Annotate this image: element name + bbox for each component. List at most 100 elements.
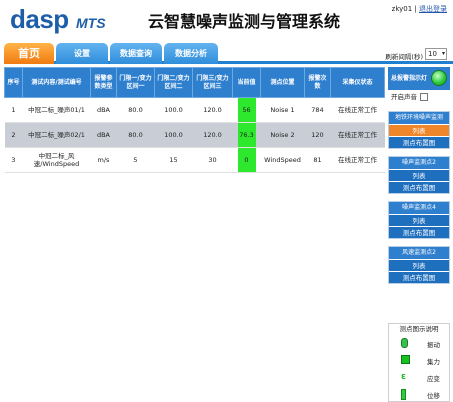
- cell-threshold-2: 15: [154, 147, 193, 173]
- group-title: 地铁环境噪声监测: [389, 112, 449, 124]
- group-list-button[interactable]: 列表: [389, 214, 449, 226]
- main-nav: 首页 设置 数据查询 数据分析 刷新间隔(秒) 10 ▾: [4, 42, 453, 64]
- monitor-group: 噪声监测点4 列表 测点布置图: [388, 201, 450, 239]
- chevron-down-icon: ▾: [441, 50, 445, 57]
- monitor-group: 噪声监测点2 列表 测点布置图: [388, 156, 450, 194]
- current-value-badge: 56: [237, 98, 256, 122]
- displacement-icon: [401, 389, 406, 400]
- logo-subtitle: MTS: [76, 15, 106, 31]
- refresh-interval-value: 10: [428, 50, 437, 58]
- header: dasp MTS 云智慧噪声监测与管理系统 zky01 | 退出登录: [0, 0, 453, 42]
- cell-alarm-count: 784: [304, 97, 331, 123]
- force-icon: [401, 355, 410, 364]
- dasp-logo: dasp: [10, 4, 69, 34]
- group-title: 噪声监测点4: [389, 202, 449, 214]
- current-value-badge: 0: [237, 148, 256, 172]
- cell-threshold-2: 100.0: [154, 97, 193, 123]
- cell-threshold-1: 5: [116, 147, 155, 173]
- group-layout-button[interactable]: 测点布置图: [389, 181, 449, 193]
- cell-location: WindSpeed: [260, 147, 305, 173]
- cell-no: 2: [4, 122, 23, 148]
- col-header: 报警次数: [304, 67, 331, 98]
- cell-test-name: 中冠二标_噪声01/1: [22, 97, 91, 123]
- group-list-button[interactable]: 列表: [389, 259, 449, 271]
- group-title: 风速监测点2: [389, 247, 449, 259]
- current-value-badge: 76.3: [237, 123, 256, 147]
- col-header: 门限三/变力区间三: [192, 67, 233, 98]
- col-header: 测点位置: [260, 67, 305, 98]
- sound-toggle-label: 开启声音: [391, 93, 417, 101]
- group-layout-button[interactable]: 测点布置图: [389, 271, 449, 283]
- monitor-group: 地铁环境噪声监测 列表 测点布置图: [388, 111, 450, 149]
- cell-test-name: 中冠二标_风速/WindSpeed: [22, 147, 91, 173]
- right-panel: 总报警指示灯 开启声音 地铁环境噪声监测 列表 测点布置图 噪声监测点2 列表 …: [388, 67, 450, 284]
- legend-label: 振动: [427, 341, 440, 349]
- user-area: zky01 | 退出登录: [392, 4, 447, 14]
- legend-label: 位移: [427, 392, 440, 400]
- tab-home[interactable]: 首页: [4, 43, 54, 64]
- table-row[interactable]: 1 中冠二标_噪声01/1 dBA 80.0 100.0 120.0 56 No…: [4, 97, 385, 123]
- group-layout-button[interactable]: 测点布置图: [389, 226, 449, 238]
- cell-threshold-3: 30: [192, 147, 233, 173]
- group-list-button[interactable]: 列表: [389, 124, 449, 136]
- legend-label: 集力: [427, 358, 440, 366]
- cell-type: dBA: [90, 122, 117, 148]
- cell-alarm-count: 120: [304, 122, 331, 148]
- alarm-indicator: 总报警指示灯: [388, 67, 450, 90]
- cell-type: m/s: [90, 147, 117, 173]
- cell-current: 0: [232, 147, 261, 173]
- alarm-indicator-label: 总报警指示灯: [391, 75, 428, 82]
- sound-toggle-row: 开启声音: [388, 90, 450, 104]
- refresh-interval-select[interactable]: 10 ▾: [425, 48, 447, 60]
- col-header: 门限二/变力区间二: [154, 67, 193, 98]
- logout-link[interactable]: 退出登录: [419, 5, 447, 13]
- group-title: 噪声监测点2: [389, 157, 449, 169]
- col-header: 门限一/变力区间一: [116, 67, 155, 98]
- username: zky01: [391, 5, 413, 13]
- cell-status: 在线正常工作: [330, 147, 385, 173]
- cell-current: 56: [232, 97, 261, 123]
- legend-title: 测点图示说明: [399, 325, 439, 333]
- point-legend: 测点图示说明 振动 集力 ε 应变 位移: [388, 323, 450, 402]
- group-list-button[interactable]: 列表: [389, 169, 449, 181]
- alarm-light-icon: [431, 70, 447, 86]
- legend-item: ε 应变: [389, 369, 449, 386]
- user-separator: |: [412, 5, 419, 13]
- col-header: 测试内容/测试编号: [22, 67, 91, 98]
- page-title: 云智慧噪声监测与管理系统: [148, 12, 341, 31]
- col-header: 序号: [4, 67, 23, 98]
- col-header: 采集仪状态: [330, 67, 385, 98]
- legend-item: 集力: [389, 352, 449, 369]
- table-header-row: 序号 测试内容/测试编号 报警参数类型 门限一/变力区间一 门限二/变力区间二 …: [4, 67, 385, 98]
- monitor-group: 风速监测点2 列表 测点布置图: [388, 246, 450, 284]
- cell-threshold-1: 80.0: [116, 122, 155, 148]
- legend-label: 应变: [427, 375, 440, 383]
- cell-alarm-count: 81: [304, 147, 331, 173]
- cell-type: dBA: [90, 97, 117, 123]
- refresh-interval-label: 刷新间隔(秒): [385, 53, 423, 61]
- cell-threshold-1: 80.0: [116, 97, 155, 123]
- legend-item: 振动: [389, 335, 449, 352]
- tab-settings[interactable]: 设置: [56, 43, 108, 64]
- table-row[interactable]: 3 中冠二标_风速/WindSpeed m/s 5 15 30 0 WindSp…: [4, 147, 385, 173]
- strain-icon: ε: [401, 372, 407, 382]
- cell-status: 在线正常工作: [330, 122, 385, 148]
- vibration-icon: [401, 338, 408, 348]
- cell-current: 76.3: [232, 122, 261, 148]
- tab-data-query[interactable]: 数据查询: [110, 43, 162, 64]
- legend-item: 位移: [389, 386, 449, 402]
- cell-location: Noise 2: [260, 122, 305, 148]
- group-layout-button[interactable]: 测点布置图: [389, 136, 449, 148]
- sound-checkbox[interactable]: [420, 93, 428, 101]
- cell-location: Noise 1: [260, 97, 305, 123]
- cell-threshold-3: 120.0: [192, 122, 233, 148]
- table-row[interactable]: 2 中冠二标_噪声02/1 dBA 80.0 100.0 120.0 76.3 …: [4, 122, 385, 148]
- cell-status: 在线正常工作: [330, 97, 385, 123]
- cell-no: 3: [4, 147, 23, 173]
- tab-data-analysis[interactable]: 数据分析: [164, 43, 218, 64]
- col-header: 报警参数类型: [90, 67, 117, 98]
- cell-test-name: 中冠二标_噪声02/1: [22, 122, 91, 148]
- col-header: 当前值: [232, 67, 261, 98]
- monitor-table: 序号 测试内容/测试编号 报警参数类型 门限一/变力区间一 门限二/变力区间二 …: [4, 67, 385, 173]
- cell-threshold-2: 100.0: [154, 122, 193, 148]
